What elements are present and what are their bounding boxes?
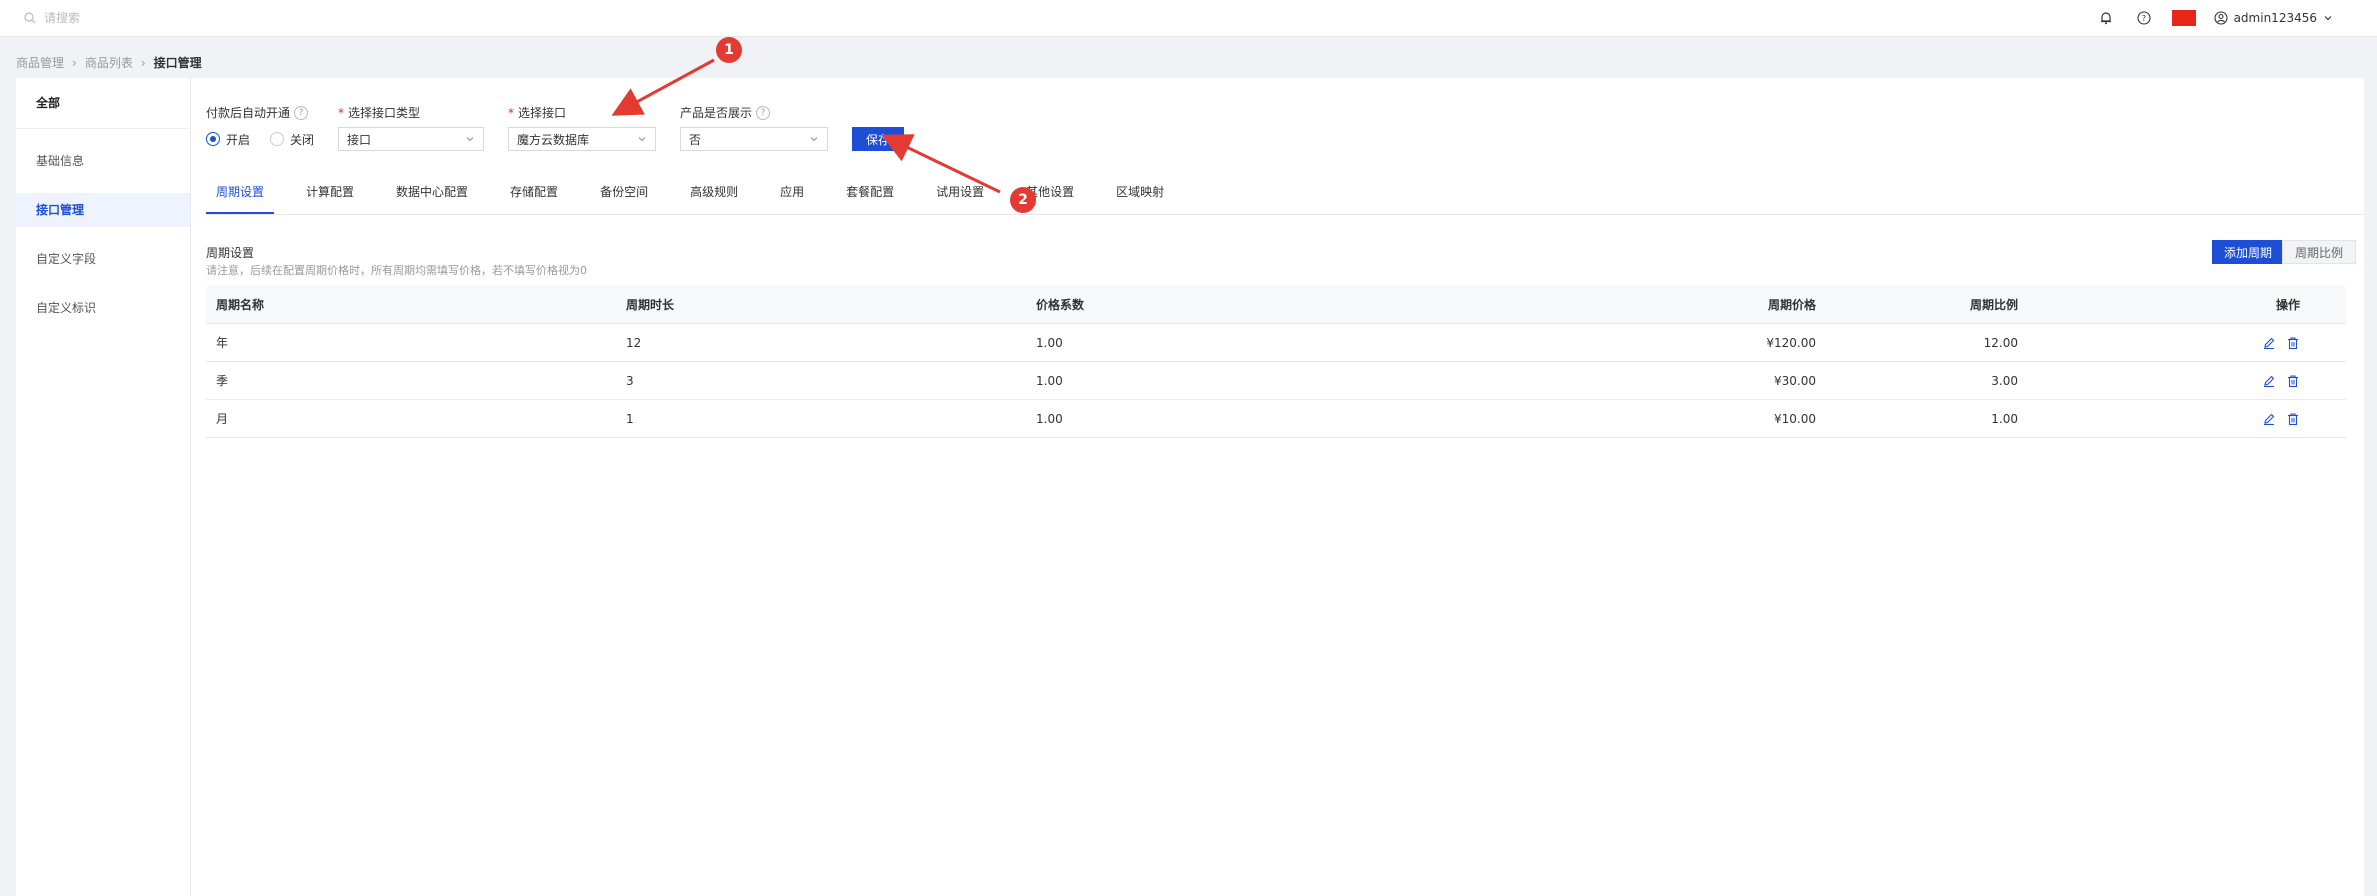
annotation-badge-2: 2 bbox=[1010, 187, 1036, 213]
annotation-badge-1: 1 bbox=[716, 37, 742, 63]
annotation-arrow-2 bbox=[881, 134, 1001, 194]
annotation-arrow-1 bbox=[611, 58, 715, 116]
annotation-arrows bbox=[611, 58, 1001, 194]
